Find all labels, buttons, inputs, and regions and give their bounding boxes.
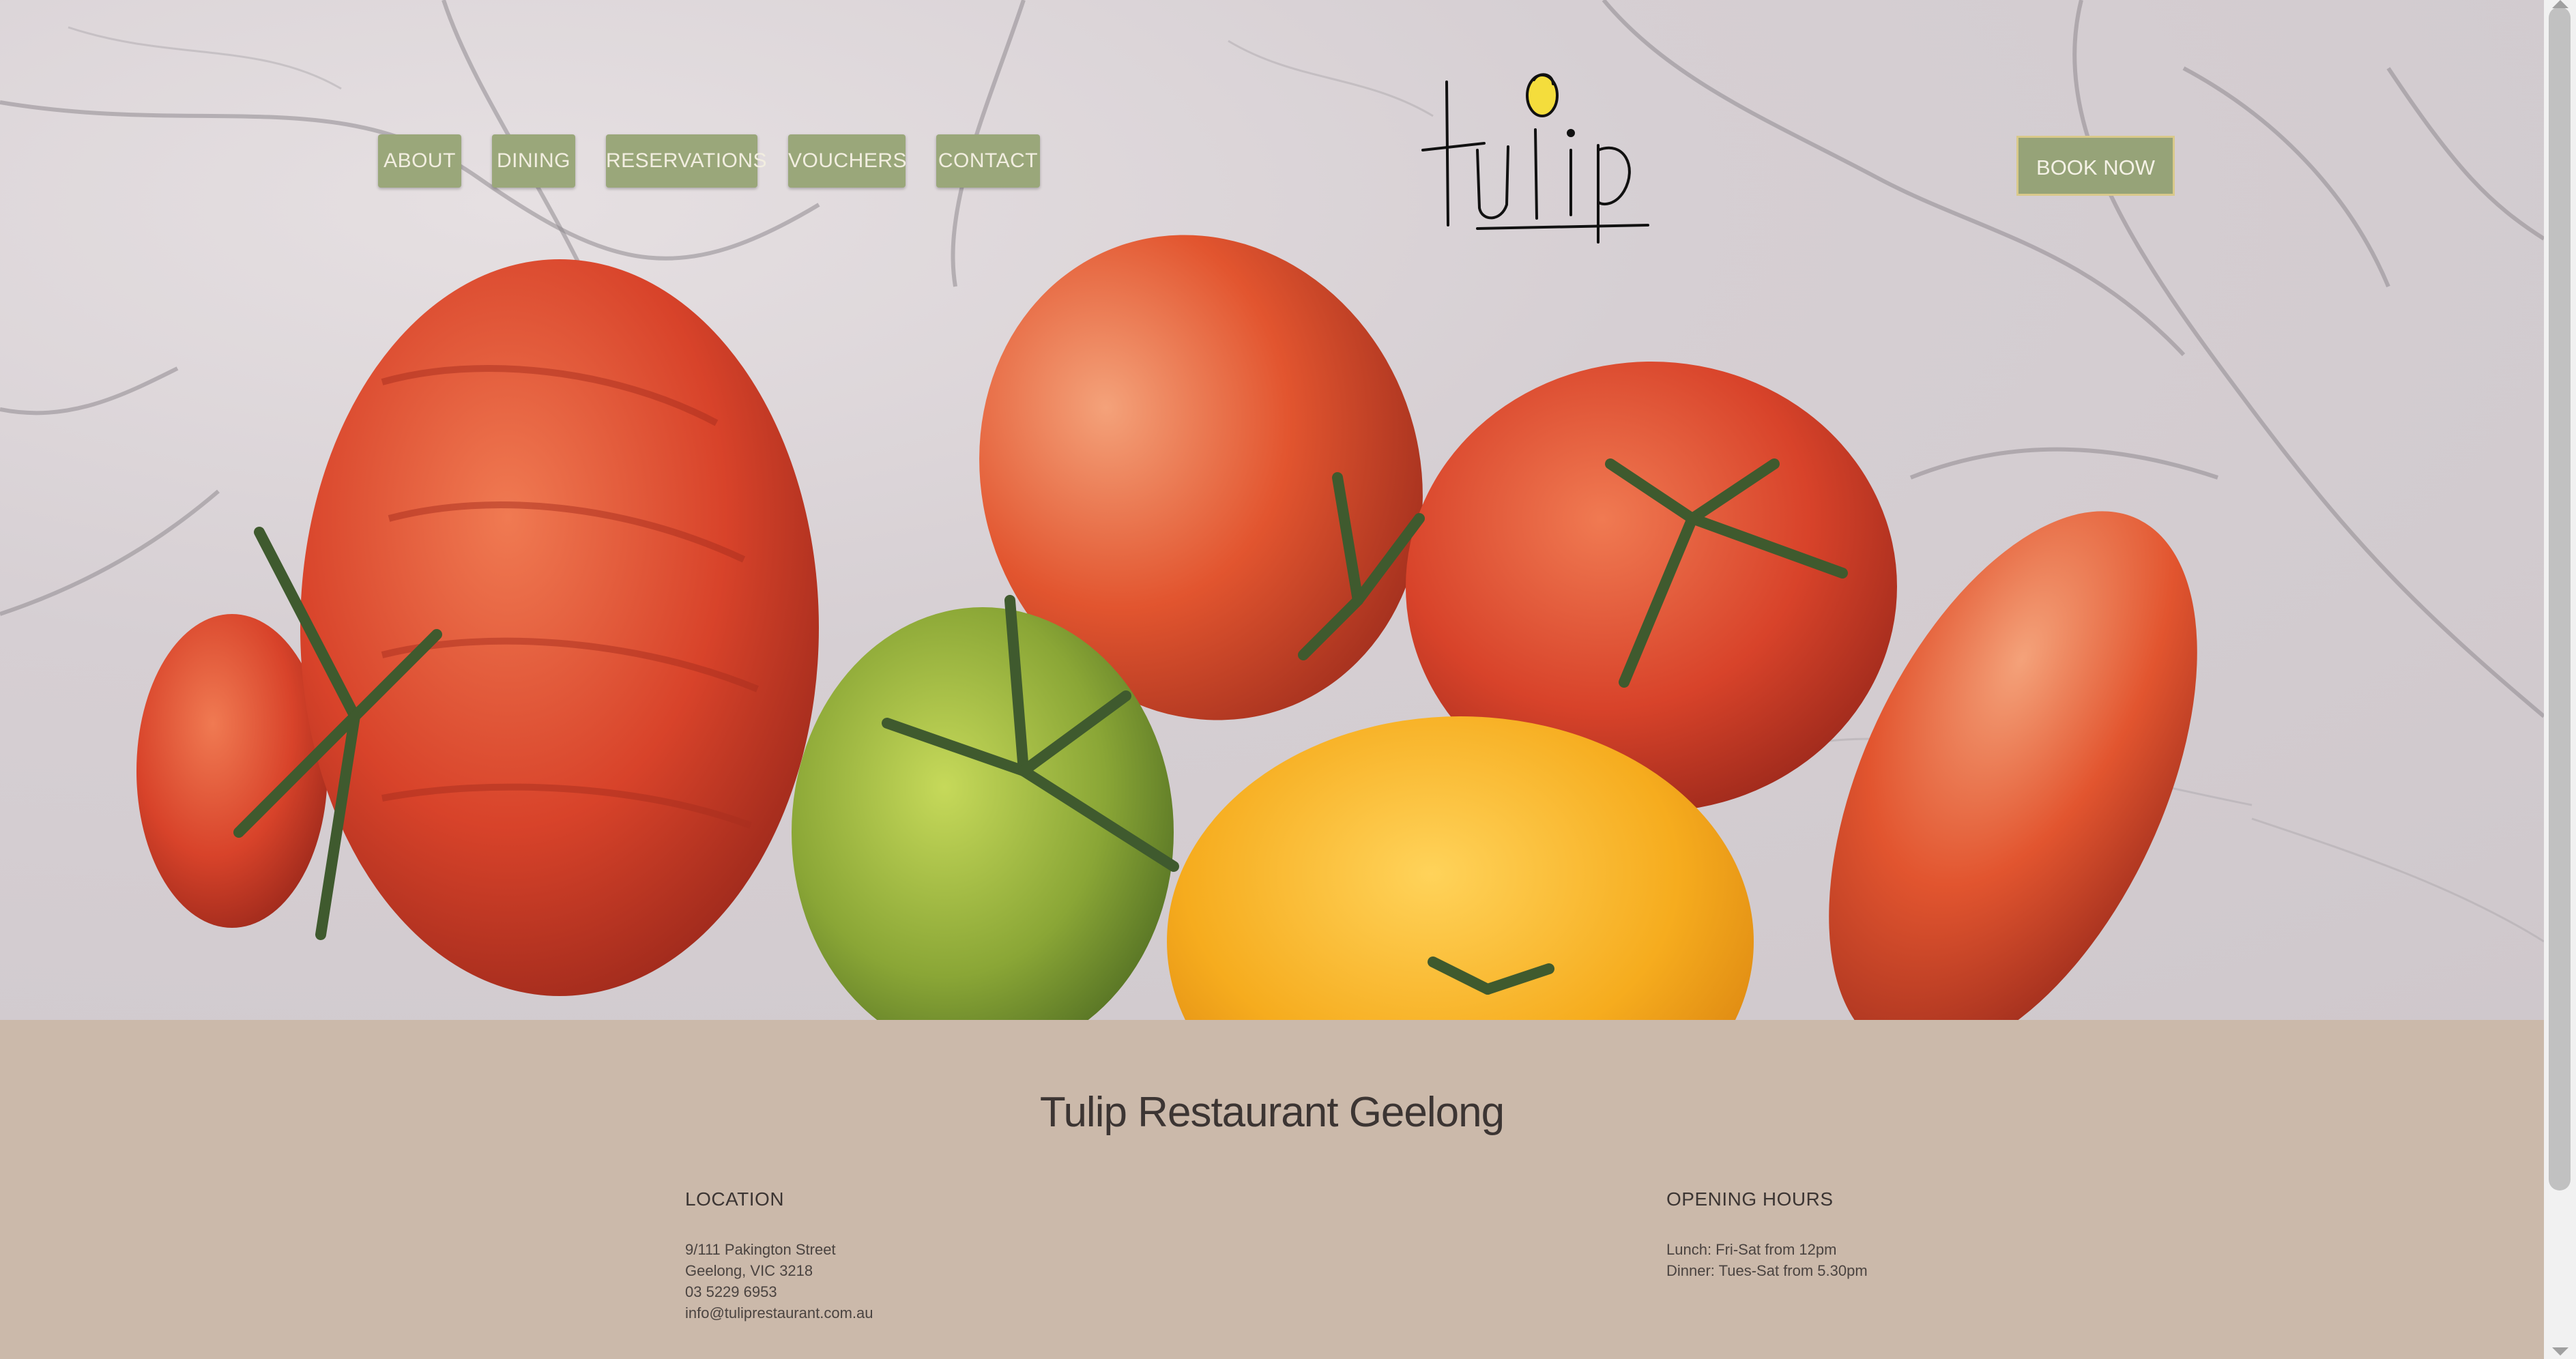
address-line-1: 9/111 Pakington Street — [685, 1241, 836, 1258]
email-link[interactable]: info@tuliprestaurant.com.au — [685, 1302, 873, 1324]
tulip-logo[interactable] — [1419, 65, 1651, 246]
location-section: LOCATION 9/111 Pakington Street Geelong,… — [685, 1188, 873, 1324]
hero-image: ABOUT DINING RESERVATIONS VOUCHERS CONTA… — [0, 0, 2544, 1020]
address-line-2: Geelong, VIC 3218 — [685, 1262, 813, 1279]
nav-contact[interactable]: CONTACT — [936, 134, 1040, 188]
nav-vouchers[interactable]: VOUCHERS — [788, 134, 907, 188]
location-heading: LOCATION — [685, 1188, 785, 1210]
nav-about[interactable]: ABOUT — [378, 134, 461, 188]
dinner-hours: Dinner: Tues-Sat from 5.30pm — [1666, 1262, 1868, 1279]
book-now-button[interactable]: BOOK NOW — [2016, 136, 2175, 196]
footer-title: Tulip Restaurant Geelong — [1039, 1089, 1505, 1136]
nav-reservations[interactable]: RESERVATIONS — [606, 134, 767, 188]
hours-heading: OPENING HOURS — [1666, 1188, 1834, 1210]
scroll-down-icon[interactable] — [2552, 1347, 2568, 1356]
nav-dining[interactable]: DINING — [492, 134, 575, 188]
opening-hours-section: OPENING HOURS Lunch: Fri-Sat from 12pm D… — [1666, 1188, 1868, 1281]
footer — [0, 1020, 2544, 1359]
scroll-up-icon[interactable] — [2552, 0, 2568, 8]
lunch-hours: Lunch: Fri-Sat from 12pm — [1666, 1241, 1837, 1258]
phone-number[interactable]: 03 5229 6953 — [685, 1281, 873, 1302]
scrollbar-thumb[interactable] — [2549, 7, 2571, 1190]
